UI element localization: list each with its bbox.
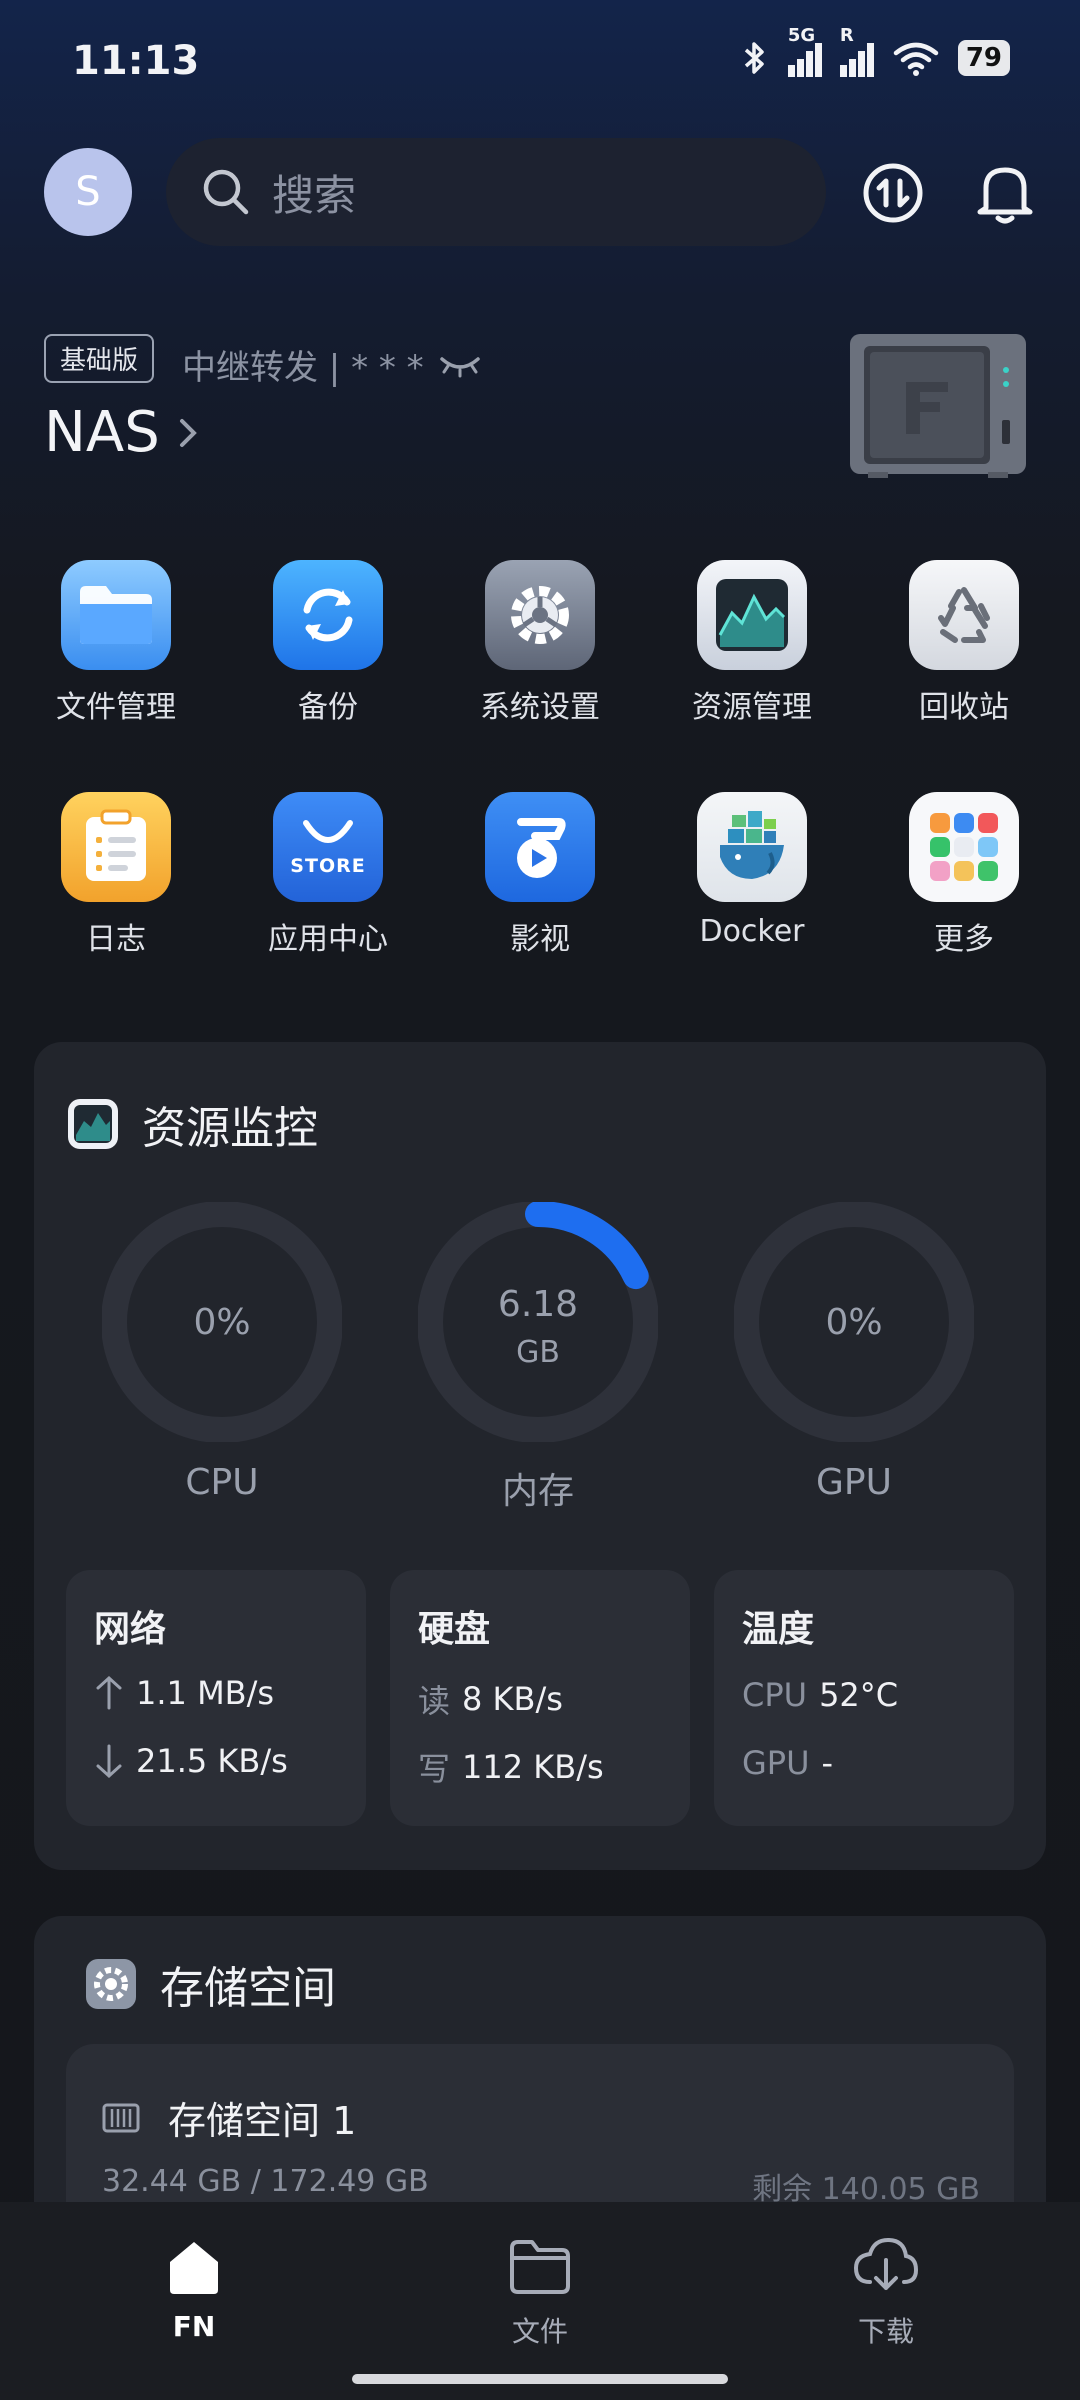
battery-icon: 79 [957,40,1010,76]
gear-icon [86,1959,136,2009]
memory-gauge: 6.18 GB [417,1201,659,1446]
network-card: 网络 1.1 MB/s 21.5 KB/s [66,1570,366,1826]
home-icon [170,2242,218,2294]
status-icons: 5G R 79 [740,25,1010,78]
storage-card[interactable]: 存储空间 存储空间 1 32.44 GB / 172.49 GB 剩余 140.… [34,1916,1046,2264]
app-label: 应用中心 [268,922,388,957]
disk-read: 读 8 KB/s [418,1680,563,1720]
arrow-up-icon [96,1675,122,1710]
recycle-bin-icon [909,560,1019,670]
nav-files[interactable]: 文件 [440,2236,640,2350]
storage-volume-name: 存储空间 1 [168,2099,357,2143]
transfer-button[interactable] [858,158,928,228]
temperature-card: 温度 CPU 52°C GPU - [714,1570,1014,1826]
avatar[interactable]: S [44,148,132,236]
memory-label: 内存 [501,1471,574,1512]
app-recycle-bin[interactable]: 回收站 [879,560,1049,726]
notification-button[interactable] [970,158,1040,228]
network-title: 网络 [94,1609,167,1650]
storage-volume-header: 存储空间 1 [102,2090,356,2145]
monitor-title: 资源监控 [142,1103,318,1154]
cpu-gauge: 0% [101,1201,343,1446]
cloud-download-icon [853,2237,919,2290]
nav-download[interactable]: 下载 [786,2236,986,2350]
app-label: 文件管理 [56,690,176,725]
relay-status: 中继转发 | * * * [182,340,482,389]
app-resource-manager[interactable]: 资源管理 [667,560,837,726]
gpu-gauge: 0% [733,1201,975,1446]
app-docker[interactable]: Docker [667,792,837,949]
network-download: 21.5 KB/s [94,1742,288,1780]
storage-title: 存储空间 [160,1963,336,2014]
app-store[interactable]: STORE 应用中心 [243,792,413,958]
app-label: 更多 [934,922,994,957]
app-system-settings[interactable]: 系统设置 [455,560,625,726]
app-more[interactable]: 更多 [879,792,1049,958]
app-label: 日志 [86,922,146,957]
app-file-manager[interactable]: 文件管理 [31,560,201,726]
disk-write: 写 112 KB/s [418,1748,604,1788]
search-icon [203,169,249,215]
bluetooth-icon [744,42,764,74]
app-video[interactable]: 影视 [455,792,625,958]
log-icon [61,792,171,902]
storage-header: 存储空间 [84,1952,336,2016]
monitor-header: 资源监控 [66,1092,318,1156]
memory-unit: GB [516,1335,560,1370]
network-upload: 1.1 MB/s [94,1674,274,1712]
docker-icon [697,792,807,902]
store-text: STORE [290,855,366,877]
app-label: 系统设置 [480,690,600,725]
app-label: 影视 [510,922,570,957]
gear-icon [485,560,595,670]
disk-title: 硬盘 [418,1609,491,1650]
temperature-cpu: CPU 52°C [742,1676,899,1714]
gpu-value: 0% [825,1302,882,1343]
device-name: NAS [44,400,160,465]
disk-array-icon [102,2103,140,2132]
nav-fn[interactable]: FN [94,2236,294,2343]
eye-closed-icon[interactable] [438,351,482,379]
signal-roaming-icon: R [839,25,874,77]
search-bar[interactable]: 搜索 [166,138,826,246]
cpu-value: 0% [193,1302,250,1343]
gpu-label: GPU [816,1462,892,1503]
storage-used: 32.44 GB / 172.49 GB [102,2164,429,2199]
app-backup[interactable]: 备份 [243,560,413,726]
bell-icon [977,167,1033,224]
video-icon [485,792,595,902]
monitor-chart-icon [697,560,807,670]
more-apps-icon [909,792,1019,902]
signal-5g-icon: 5G [787,25,822,77]
app-label: Docker [699,914,805,949]
app-label: 资源管理 [692,690,812,725]
temperature-gpu: GPU - [742,1744,834,1782]
home-indicator [352,2374,728,2384]
chevron-right-icon [179,418,197,447]
folder-icon [510,2240,570,2294]
bottom-nav: FN 文件 下载 [0,2202,1080,2400]
disk-card: 硬盘 读 8 KB/s 写 112 KB/s [390,1570,690,1826]
search-placeholder: 搜索 [272,170,357,220]
wifi-icon [893,42,939,76]
arrow-down-icon [96,1744,122,1779]
relay-text: 中继转发 | * * * [182,348,424,388]
transfer-icon [863,163,923,223]
app-label: 备份 [298,690,358,725]
temperature-title: 温度 [742,1609,815,1650]
store-icon: STORE [273,792,383,902]
backup-icon [273,560,383,670]
app-log[interactable]: 日志 [31,792,201,958]
monitor-chart-icon [68,1099,118,1149]
memory-value: 6.18 [498,1284,578,1325]
status-time: 11:13 [72,38,200,84]
plan-badge: 基础版 [44,334,155,383]
folder-icon [61,560,171,670]
resource-monitor-card[interactable]: 资源监控 0% 6.18 GB 0% CPU 内存 GPU 网络 1.1 MB/… [34,1042,1046,1870]
device-name-link[interactable]: NAS [44,400,200,465]
cpu-label: CPU [185,1462,259,1503]
app-label: 回收站 [919,690,1009,725]
nas-device-image [848,330,1028,480]
